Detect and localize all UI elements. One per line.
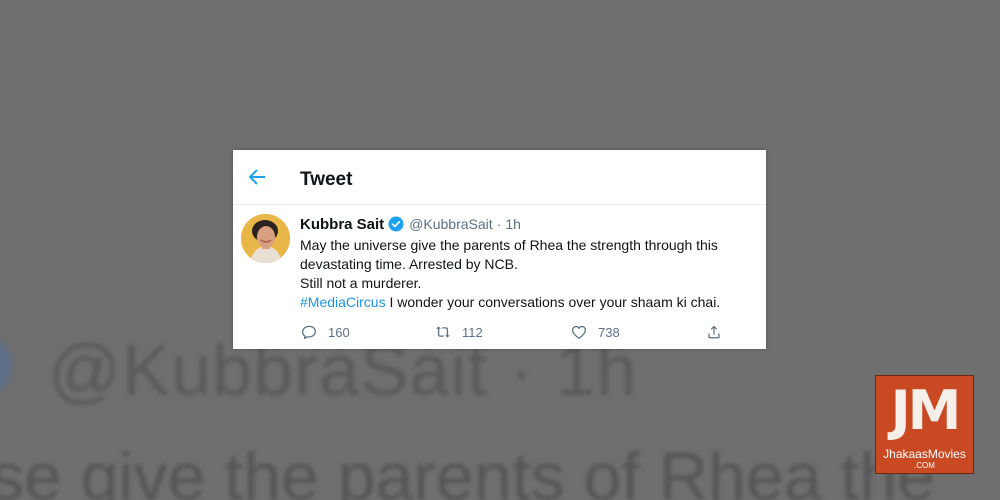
tweet-body: May the universe give the parents of Rhe… bbox=[300, 236, 760, 312]
share-button[interactable] bbox=[705, 322, 723, 342]
tweet-line-1: May the universe give the parents of Rhe… bbox=[300, 237, 718, 253]
watermark-suffix: .COM bbox=[914, 461, 935, 470]
tweet-actions: 160 112 738 bbox=[300, 322, 740, 342]
like-button[interactable]: 738 bbox=[570, 322, 620, 342]
tweet-card: Tweet Kubbra Sait @KubbraSait · 1h May t… bbox=[233, 150, 766, 349]
tweet-line-4-text: I wonder your conversations over your sh… bbox=[385, 294, 721, 310]
reply-button[interactable]: 160 bbox=[300, 322, 350, 342]
verified-badge-icon bbox=[388, 216, 404, 232]
tweet-line-2: devastating time. Arrested by NCB. bbox=[300, 256, 518, 272]
tweet-line-4: #MediaCircus I wonder your conversations… bbox=[300, 293, 760, 312]
author-display-name[interactable]: Kubbra Sait bbox=[300, 216, 384, 233]
tweet-header: Tweet bbox=[233, 150, 766, 205]
separator-dot: · bbox=[496, 216, 502, 232]
avatar[interactable] bbox=[241, 214, 290, 263]
hashtag-link[interactable]: #MediaCircus bbox=[300, 294, 386, 310]
share-icon bbox=[708, 325, 720, 339]
watermark-name: JhakaasMovies bbox=[883, 447, 966, 461]
like-icon bbox=[571, 325, 587, 339]
retweet-count: 112 bbox=[462, 324, 483, 340]
reply-icon bbox=[301, 325, 317, 340]
back-arrow-icon[interactable] bbox=[245, 165, 269, 189]
reply-count: 160 bbox=[328, 324, 350, 340]
background-avatar bbox=[0, 335, 12, 397]
author-handle[interactable]: @KubbraSait bbox=[409, 216, 492, 232]
avatar-image bbox=[241, 214, 290, 263]
tweet-line-3: Still not a murderer. bbox=[300, 275, 422, 291]
like-count: 738 bbox=[598, 324, 620, 340]
background-body-text: se give the parents of Rhea the bbox=[0, 439, 936, 500]
retweet-button[interactable]: 112 bbox=[434, 322, 483, 342]
page-title: Tweet bbox=[300, 169, 353, 190]
watermark-logo: JM JhakaasMovies .COM bbox=[875, 375, 974, 474]
tweet-timestamp[interactable]: 1h bbox=[505, 216, 521, 232]
watermark-mark: JM bbox=[890, 379, 962, 442]
tweet-author-row: Kubbra Sait @KubbraSait · 1h bbox=[300, 214, 521, 234]
retweet-icon bbox=[436, 326, 450, 338]
